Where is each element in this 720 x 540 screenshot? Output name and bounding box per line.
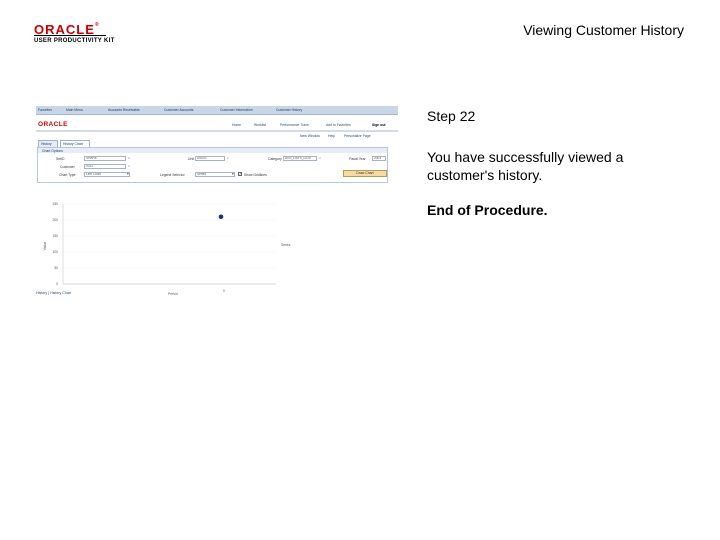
show-gridlines-label: Show Gridlines <box>244 173 267 177</box>
chart-type-select[interactable]: Line Chart <box>84 172 130 177</box>
legend-selector-label: Legend Selector <box>160 173 185 177</box>
y-tick-label: 200 <box>52 218 58 222</box>
nav-customer-accounts[interactable]: Customer Accounts <box>164 108 193 112</box>
customer-field[interactable]: 0011 <box>84 164 126 169</box>
lookup-icon[interactable]: ⌕ <box>128 156 132 160</box>
tab-history-chart[interactable]: History Chart <box>60 140 90 147</box>
unit-label: Unit <box>188 157 195 161</box>
link-help[interactable]: Help <box>328 134 335 138</box>
y-tick-label: 100 <box>52 250 58 254</box>
chart-type-label: Chart Type <box>59 173 76 177</box>
nav-customer-history[interactable]: Customer History <box>276 108 302 112</box>
link-sign-out[interactable]: Sign out <box>372 123 386 127</box>
step-message: You have successfully viewed a customer'… <box>427 149 624 183</box>
nav-accounts-receivable[interactable]: Accounts Receivable <box>108 108 140 112</box>
breadcrumb-nav: Favorites Main Menu Accounts Receivable … <box>36 106 398 115</box>
draw-chart-button[interactable]: Draw Chart <box>343 170 387 177</box>
x-axis-label: Period <box>168 292 178 296</box>
x-tick-label: 0 <box>223 289 225 293</box>
data-point <box>218 214 224 220</box>
y-tick-label: 250 <box>52 202 58 206</box>
link-add-favorites[interactable]: Add to Favorites <box>326 123 351 127</box>
chevron-down-icon[interactable]: ▾ <box>232 172 236 176</box>
logo-rule <box>34 35 106 36</box>
oracle-upk-logo: ORACLE® USER PRODUCTIVITY KIT <box>34 22 130 50</box>
y-tick-label: 50 <box>54 266 58 270</box>
application-screenshot: Favorites Main Menu Accounts Receivable … <box>36 106 398 306</box>
fiscal-year-label: Fiscal Year <box>349 157 366 161</box>
customer-label: Customer <box>60 165 75 169</box>
link-worklist[interactable]: Worklist <box>254 123 266 127</box>
show-gridlines-checkbox[interactable]: ✓ <box>238 172 242 176</box>
history-tabs-link[interactable]: History | History Chart <box>36 291 71 295</box>
panel-title: Chart Options <box>42 148 63 153</box>
y-axis-label: Value <box>43 242 47 251</box>
lookup-icon[interactable]: ⌕ <box>227 156 231 160</box>
end-of-procedure: End of Procedure. <box>427 202 548 218</box>
nav-customer-information[interactable]: Customer Information <box>220 108 253 112</box>
legend-selector-select[interactable]: Series <box>195 172 235 177</box>
brand-logo: ORACLE <box>38 121 68 128</box>
link-new-window[interactable]: New Window <box>300 134 320 138</box>
lookup-icon[interactable]: ⌕ <box>128 164 132 168</box>
fiscal-year-field[interactable]: 2003 <box>372 156 386 161</box>
nav-main-menu[interactable]: Main Menu <box>66 108 83 112</box>
lookup-icon[interactable]: ⌕ <box>319 156 323 160</box>
chart-options-panel: Chart Options SetID SHARE ⌕ Unit US001 ⌕… <box>37 147 388 183</box>
brand-bar: ORACLE Home Worklist Performance Trace A… <box>36 115 398 132</box>
category-label: Category <box>268 157 282 161</box>
y-tick-label: 0 <box>56 282 58 286</box>
panel-header: Chart Options <box>38 148 387 153</box>
page-title: Viewing Customer History <box>523 22 684 38</box>
step-number: Step 22 <box>427 108 476 124</box>
link-performance-trace[interactable]: Performance Trace <box>280 123 309 127</box>
tab-history[interactable]: History <box>38 140 58 147</box>
category-field[interactable]: AVG_DAYS_LATE <box>283 156 317 161</box>
y-tick-label: 150 <box>52 234 58 238</box>
setid-label: SetID <box>56 157 65 161</box>
unit-field[interactable]: US001 <box>195 156 225 161</box>
history-chart: Value 250 200 150 100 50 0 0 Period Series <box>43 202 291 296</box>
link-personalize-page[interactable]: Personalize Page <box>344 134 371 138</box>
logo-subtitle: USER PRODUCTIVITY KIT <box>34 38 115 44</box>
legend-entry: Series <box>281 243 291 247</box>
link-home[interactable]: Home <box>232 123 241 127</box>
nav-favorites[interactable]: Favorites <box>38 108 52 112</box>
setid-field[interactable]: SHARE <box>84 156 126 161</box>
chevron-down-icon[interactable]: ▾ <box>127 172 131 176</box>
